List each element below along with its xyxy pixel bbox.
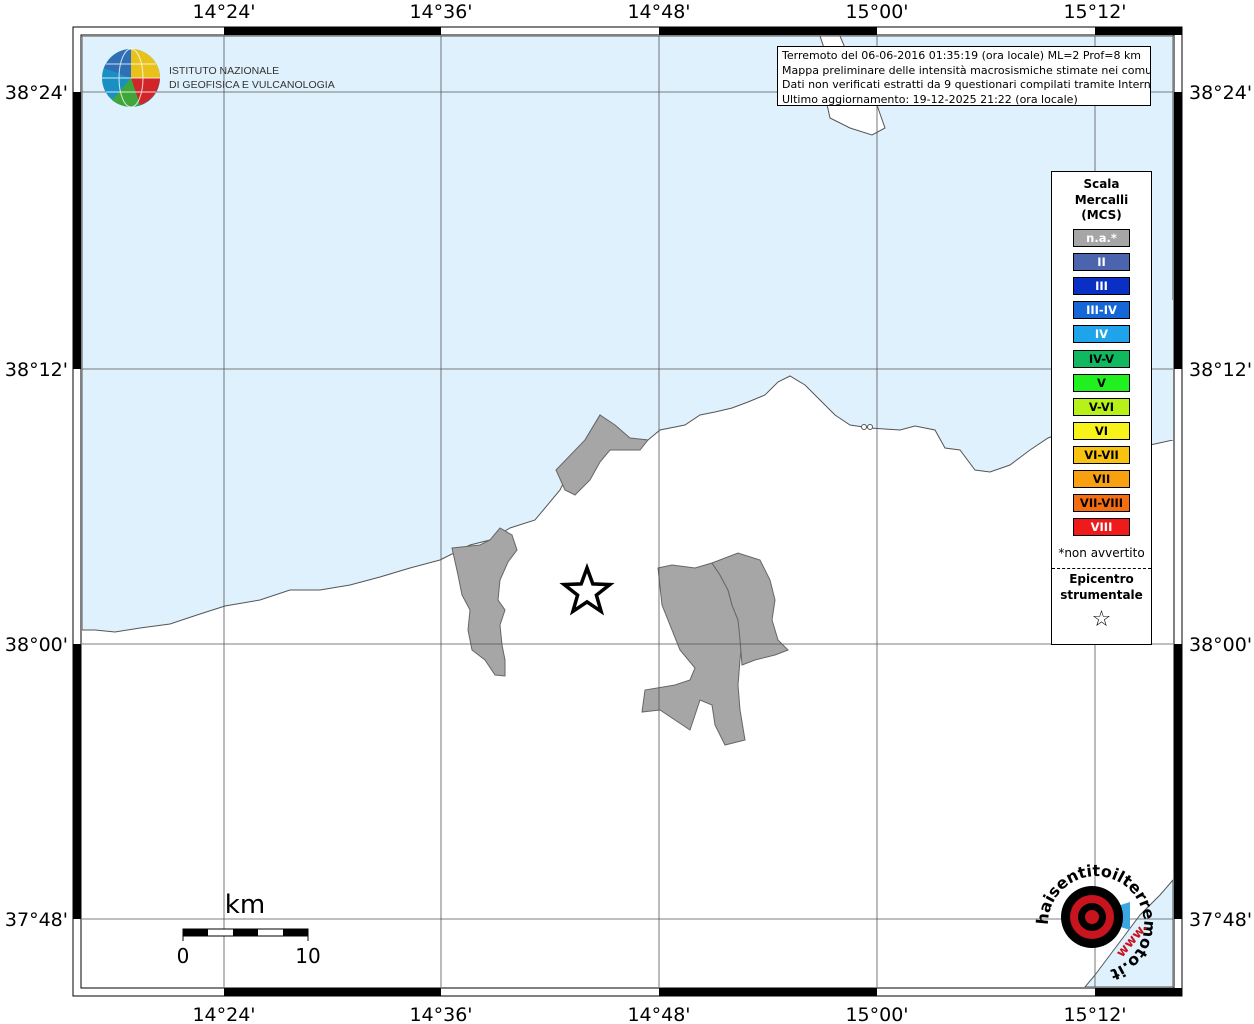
legend-title: Scala Mercalli (MCS) <box>1052 177 1151 224</box>
lat-label: 38°00' <box>1189 634 1252 656</box>
scale-start: 0 <box>177 944 190 968</box>
lon-label: 14°48' <box>627 1 690 23</box>
lat-label: 37°48' <box>1189 909 1252 931</box>
legend-item: III <box>1073 277 1130 296</box>
lat-label: 38°24' <box>5 82 68 104</box>
scale-end: 10 <box>295 944 320 968</box>
legend-item: V <box>1073 373 1130 392</box>
lon-labels-bottom: 14°24' 14°36' 14°48' 15°00' 15°12' <box>192 1004 1126 1024</box>
legend-note: *non avvertito <box>1058 546 1145 560</box>
lon-label: 15°12' <box>1063 1 1126 23</box>
info-line-4: Ultimo aggiornamento: 19-12-2025 21:22 (… <box>782 92 1078 106</box>
legend-epicenter-line: Epicentro <box>1069 572 1134 586</box>
legend-item: IV-V <box>1073 349 1130 368</box>
sea-sliver <box>1152 300 1173 440</box>
legend-item: VI-VII <box>1073 445 1130 464</box>
legend-item: IV <box>1073 325 1130 344</box>
lon-label: 14°24' <box>192 1 255 23</box>
info-box: Terremoto del 06-06-2016 01:35:19 (ora l… <box>777 46 1151 106</box>
legend-star-icon: ☆ <box>1091 607 1112 632</box>
legend-item: n.a.* <box>1073 229 1130 247</box>
scale-unit: km <box>225 890 265 920</box>
lat-label: 38°00' <box>5 634 68 656</box>
lon-label: 14°36' <box>409 1004 472 1024</box>
legend-item: VI <box>1073 421 1130 440</box>
legend-item: V-VI <box>1073 397 1130 416</box>
legend-item: II <box>1073 253 1130 272</box>
legend-item: VII <box>1073 470 1130 488</box>
lon-label: 14°24' <box>192 1004 255 1024</box>
lon-label: 14°36' <box>409 1 472 23</box>
lat-label: 38°12' <box>5 359 68 381</box>
legend-epicenter-label: Epicentro strumentale <box>1052 572 1151 603</box>
legend-title-line: Scala <box>1083 177 1120 191</box>
legend-epicenter-line: strumentale <box>1060 587 1143 602</box>
lat-label: 38°12' <box>1189 359 1252 381</box>
info-line-1: Terremoto del 06-06-2016 01:35:19 (ora l… <box>782 49 1142 62</box>
info-line-3: Dati non verificati estratti da 9 questi… <box>782 78 1151 92</box>
lon-label: 14°48' <box>627 1004 690 1024</box>
lat-label: 37°48' <box>5 909 68 931</box>
lon-label: 15°12' <box>1063 1004 1126 1024</box>
ingv-name-line2: DI GEOFISICA E VULCANOLOGIA <box>169 79 335 91</box>
legend-item: VII-VIII <box>1073 494 1130 513</box>
ingv-name-line1: ISTITUTO NAZIONALE <box>169 65 279 77</box>
legend-title-line: Mercalli <box>1074 192 1129 207</box>
mcs-legend: Scala Mercalli (MCS) n.a.* II III III-IV IV I… <box>1051 171 1152 645</box>
lat-label: 38°24' <box>1189 82 1252 104</box>
legend-title-line: (MCS) <box>1081 208 1122 222</box>
legend-item: VIII <box>1073 518 1130 537</box>
lon-labels-top: 14°24' 14°36' 14°48' 15°00' 15°12' <box>192 1 1126 23</box>
lon-label: 15°00' <box>845 1 908 23</box>
legend-item: III-IV <box>1073 301 1130 320</box>
lat-labels-left: 38°24' 38°12' 38°00' 37°48' <box>5 82 68 931</box>
lat-labels-right: 38°24' 38°12' 38°00' 37°48' <box>1189 82 1252 931</box>
info-line-2: Mappa preliminare delle intensità macros… <box>782 63 1151 77</box>
lon-label: 15°00' <box>845 1004 908 1024</box>
legend-divider <box>1052 568 1151 569</box>
